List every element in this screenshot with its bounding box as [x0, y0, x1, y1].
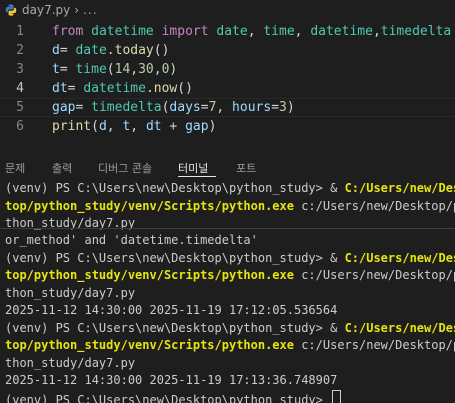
code-token: print	[52, 119, 92, 134]
code-line[interactable]: 1 from datetime import date, time, dateti…	[0, 22, 455, 41]
code-token: date	[75, 43, 107, 58]
code-token: dt	[145, 119, 162, 134]
line-number: 3	[16, 62, 24, 77]
code-token: ,	[247, 24, 264, 39]
code-text: t= time(14,30,0)	[52, 60, 177, 79]
code-token: 14	[114, 62, 131, 77]
terminal-cursor	[332, 389, 342, 403]
terminal-line: thon_study/day7.py	[5, 355, 136, 370]
code-token: =	[271, 100, 280, 115]
code-token: (	[91, 119, 99, 134]
terminal-line: thon_study/day7.py	[5, 216, 136, 230]
breadcrumb-more[interactable]: ...	[83, 3, 97, 17]
terminal[interactable]: (venv) PS C:\Users\new\Desktop\python_st…	[0, 180, 455, 403]
terminal-output-line: 2025-11-12 14:30:00 2025-11-19 17:13:36.…	[5, 373, 338, 387]
terminal-line: or_method' and 'datetime.timedelta'	[5, 233, 258, 247]
terminal-prompt-line[interactable]: (venv) PS C:\Users\new\Desktop\python_st…	[5, 389, 342, 403]
code-token: 30	[138, 62, 154, 77]
code-token: time	[263, 24, 295, 39]
breadcrumb: day7.py › ...	[0, 0, 455, 20]
code-token: datetime	[310, 24, 373, 39]
code-token: ,	[106, 119, 123, 134]
code-token: ,	[294, 24, 311, 39]
terminal-output-line: 2025-11-12 14:30:00 2025-11-19 17:12:05.…	[5, 303, 338, 317]
code-token: ,	[372, 24, 381, 39]
terminal-line: top/python_study/venv/Scripts/python.exe…	[5, 338, 455, 352]
line-number: 4	[16, 81, 24, 96]
line-number: 5	[16, 100, 24, 115]
code-token: )	[169, 62, 178, 77]
code-token: now	[153, 81, 178, 96]
code-token: today	[114, 43, 154, 58]
code-token: date	[216, 24, 248, 39]
chevron-right-icon: ›	[74, 3, 80, 17]
tab-problems[interactable]: 문제	[5, 160, 25, 176]
code-token: timedelta	[91, 100, 162, 115]
code-token: +	[161, 119, 186, 134]
code-token: ()	[153, 43, 170, 58]
code-line[interactable]: 6 print(d, t, dt + gap)	[0, 117, 455, 136]
code-token: =	[75, 100, 92, 115]
code-token: gap	[185, 119, 209, 134]
terminal-line: top/python_study/venv/Scripts/python.exe…	[5, 198, 455, 213]
code-token: from	[52, 24, 84, 39]
code-token: timedelta	[380, 24, 452, 39]
code-token: import	[161, 24, 209, 39]
terminal-line: thon_study/day7.py	[5, 285, 136, 300]
terminal-line: (venv) PS C:\Users\new\Desktop\python_st…	[5, 181, 455, 195]
terminal-line: (venv) PS C:\Users\new\Desktop\python_st…	[5, 250, 455, 265]
line-number: 1	[16, 24, 24, 39]
code-token: datetime	[83, 81, 146, 96]
code-text: gap= timedelta(days=7, hours=3)	[52, 98, 295, 117]
code-token: datetime	[91, 24, 154, 39]
panel-tabbar: 문제 출력 디버그 콘솔 터미널 포트	[0, 156, 455, 180]
tab-debug-console[interactable]: 디버그 콘솔	[98, 160, 152, 176]
line-number: 6	[16, 119, 24, 134]
code-text: dt= datetime.now()	[52, 79, 193, 98]
code-line[interactable]: 4 dt= datetime.now()	[0, 79, 455, 98]
code-token: ,	[130, 62, 139, 77]
code-token: .	[145, 81, 154, 96]
code-token: dt	[52, 81, 68, 96]
code-line[interactable]: 5 gap= timedelta(days=7, hours=3)	[0, 98, 455, 117]
terminal-line: top/python_study/venv/Scripts/python.exe…	[5, 268, 455, 282]
code-text: from datetime import date, time, datetim…	[52, 22, 451, 41]
code-token: =	[59, 43, 76, 58]
terminal-line: (venv) PS C:\Users\new\Desktop\python_st…	[5, 320, 455, 335]
code-line[interactable]: 2 d= date.today()	[0, 41, 455, 60]
code-token: gap	[52, 100, 76, 115]
code-token: (	[106, 62, 115, 77]
code-text: print(d, t, dt + gap)	[52, 117, 216, 136]
terminal-divider	[0, 228, 455, 229]
code-line[interactable]: 3 t= time(14,30,0)	[0, 60, 455, 79]
breadcrumb-file[interactable]: day7.py	[22, 3, 70, 17]
code-token: 3	[279, 100, 287, 115]
code-token: hours	[232, 100, 272, 115]
line-number: 2	[16, 43, 24, 58]
code-token: t	[52, 62, 60, 77]
code-token: ,	[153, 62, 162, 77]
code-token: d	[52, 43, 60, 58]
python-file-icon	[5, 4, 17, 16]
code-token: )	[208, 119, 217, 134]
code-text: d= date.today()	[52, 41, 169, 60]
code-token: days	[169, 100, 201, 115]
tab-terminal[interactable]: 터미널	[178, 160, 208, 176]
code-token: ()	[177, 81, 193, 96]
code-token: ,	[130, 119, 146, 134]
code-token: .	[106, 43, 115, 58]
code-token: ,	[216, 100, 233, 115]
code-token: =	[59, 62, 76, 77]
code-editor[interactable]: 1 from datetime import date, time, dateti…	[0, 22, 455, 140]
tab-ports[interactable]: 포트	[236, 160, 256, 176]
code-token: time	[75, 62, 107, 77]
code-token: d	[98, 119, 107, 134]
code-token: =	[200, 100, 209, 115]
active-tab-indicator	[178, 176, 216, 177]
tab-output[interactable]: 출력	[52, 160, 72, 176]
code-token: =	[67, 81, 84, 96]
code-token: )	[286, 100, 295, 115]
